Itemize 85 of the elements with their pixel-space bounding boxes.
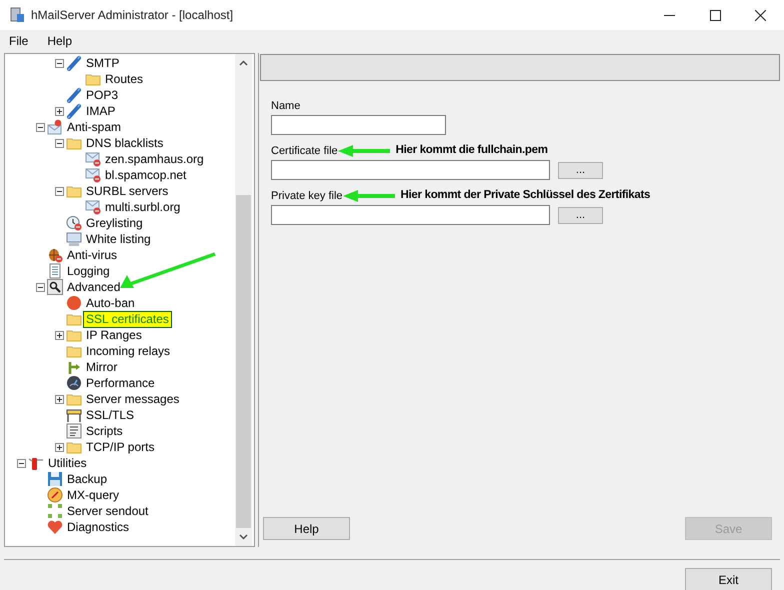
- tree-item[interactable]: Incoming relays: [84, 344, 172, 358]
- tree-item[interactable]: Advanced: [65, 280, 122, 294]
- annotation-text: Hier kommt der Private Schlüssel des Zertifikats: [400, 188, 650, 204]
- tree-item[interactable]: DNS blacklists: [84, 136, 166, 150]
- app-icon: [9, 7, 25, 23]
- envelope-icon: [85, 199, 101, 215]
- envelope-icon: [85, 167, 101, 183]
- tree-item[interactable]: Diagnostics: [65, 520, 132, 534]
- dots-icon: [47, 503, 63, 519]
- expand-icon[interactable]: [55, 106, 64, 116]
- browse-button[interactable]: ...: [558, 206, 603, 224]
- list-icon: [66, 423, 82, 439]
- bug-icon: [47, 247, 63, 263]
- floppy-icon: [47, 471, 63, 487]
- heart-icon: [47, 519, 63, 535]
- tree-item[interactable]: POP3: [84, 88, 120, 102]
- expand-icon[interactable]: [55, 442, 64, 452]
- tree-item[interactable]: SURBL servers: [84, 184, 170, 198]
- tree-item[interactable]: Server sendout: [65, 504, 150, 518]
- tree-item[interactable]: SSL/TLS: [84, 408, 136, 422]
- compass-icon: [47, 487, 63, 503]
- gauge-icon: [66, 375, 82, 391]
- tree-item[interactable]: White listing: [84, 232, 153, 246]
- help-button[interactable]: Help: [263, 517, 350, 540]
- tree-item[interactable]: Server messages: [84, 392, 182, 406]
- collapse-icon[interactable]: [36, 122, 45, 132]
- circle-icon: [66, 295, 82, 311]
- collapse-icon[interactable]: [55, 186, 64, 196]
- close-icon[interactable]: [755, 10, 766, 20]
- input-field[interactable]: [271, 160, 550, 180]
- scroll-thumb[interactable]: [236, 195, 251, 528]
- maximize-icon[interactable]: [710, 10, 721, 20]
- tree-item[interactable]: Performance: [84, 376, 157, 390]
- annotation-arrow: [338, 145, 390, 157]
- plug-icon: [66, 103, 82, 119]
- collapse-icon[interactable]: [17, 458, 26, 468]
- tree-item[interactable]: SSL certificates: [84, 312, 171, 326]
- annotation-text: Hier kommt die fullchain.pem: [396, 143, 548, 158]
- tree-item[interactable]: Logging: [65, 264, 112, 278]
- browse-button[interactable]: ...: [558, 162, 603, 178]
- expand-icon[interactable]: [55, 330, 64, 340]
- tree-item[interactable]: Utilities: [46, 456, 89, 470]
- tree-item[interactable]: multi.surbl.org: [103, 200, 182, 214]
- collapse-icon[interactable]: [55, 58, 64, 68]
- tree-item[interactable]: Routes: [103, 72, 146, 86]
- tree-item[interactable]: IMAP: [84, 104, 118, 118]
- tree-item[interactable]: Scripts: [84, 424, 125, 438]
- scroll-up-icon[interactable]: [239, 60, 248, 66]
- tree-item[interactable]: MX-query: [65, 488, 122, 502]
- arrow-icon: [66, 359, 82, 375]
- window-title: hMailServer Administrator - [localhost]: [31, 7, 234, 24]
- annotation-arrow: [342, 190, 395, 202]
- expand-icon[interactable]: [55, 394, 64, 404]
- input-field[interactable]: [271, 115, 446, 135]
- plug-icon: [66, 55, 82, 71]
- monitor-icon: [66, 231, 82, 247]
- collapse-icon[interactable]: [55, 138, 64, 148]
- tree-item[interactable]: Anti-virus: [65, 248, 120, 262]
- clock-icon: [66, 215, 82, 231]
- tree-item[interactable]: SMTP: [84, 56, 122, 70]
- field-label: Certificate file: [271, 144, 338, 159]
- menu-item[interactable]: File: [9, 32, 28, 50]
- scroll-down-icon[interactable]: [239, 534, 248, 540]
- tree-item[interactable]: Mirror: [84, 360, 120, 374]
- exit-button[interactable]: Exit: [685, 568, 772, 590]
- input-field[interactable]: [271, 205, 550, 225]
- envelope-icon: [47, 119, 63, 135]
- document-icon: [47, 263, 63, 279]
- tree-item[interactable]: Greylisting: [84, 216, 145, 230]
- scrollbar[interactable]: [235, 54, 252, 546]
- barrier-icon: [66, 407, 82, 423]
- tree-item[interactable]: bl.spamcop.net: [103, 168, 188, 182]
- field-label: Name: [271, 98, 300, 114]
- plug-icon: [66, 87, 82, 103]
- tree-item[interactable]: Auto-ban: [84, 296, 137, 310]
- menu-item[interactable]: Help: [47, 32, 72, 50]
- tree-item[interactable]: Anti-spam: [65, 120, 124, 134]
- tree-item[interactable]: zen.spamhaus.org: [103, 152, 206, 166]
- field-label: Private key file: [271, 188, 343, 204]
- magnifier-icon: [47, 279, 63, 295]
- tree-item[interactable]: IP Ranges: [84, 328, 144, 342]
- collapse-icon[interactable]: [36, 282, 45, 292]
- tree-item[interactable]: TCP/IP ports: [84, 440, 156, 454]
- tree-item[interactable]: Backup: [65, 472, 110, 486]
- envelope-icon: [85, 151, 101, 167]
